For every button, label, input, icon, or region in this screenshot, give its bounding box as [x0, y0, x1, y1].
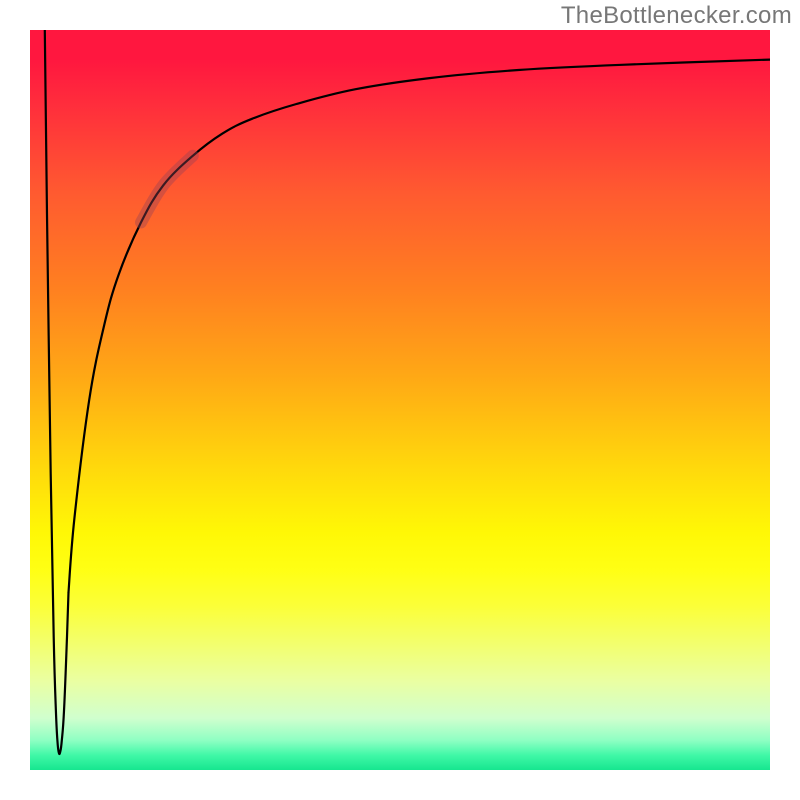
chart-container: TheBottlenecker.com	[0, 0, 800, 800]
watermark-text: TheBottlenecker.com	[561, 2, 792, 30]
plot-gradient-background	[30, 30, 770, 770]
plot-frame	[30, 30, 770, 770]
